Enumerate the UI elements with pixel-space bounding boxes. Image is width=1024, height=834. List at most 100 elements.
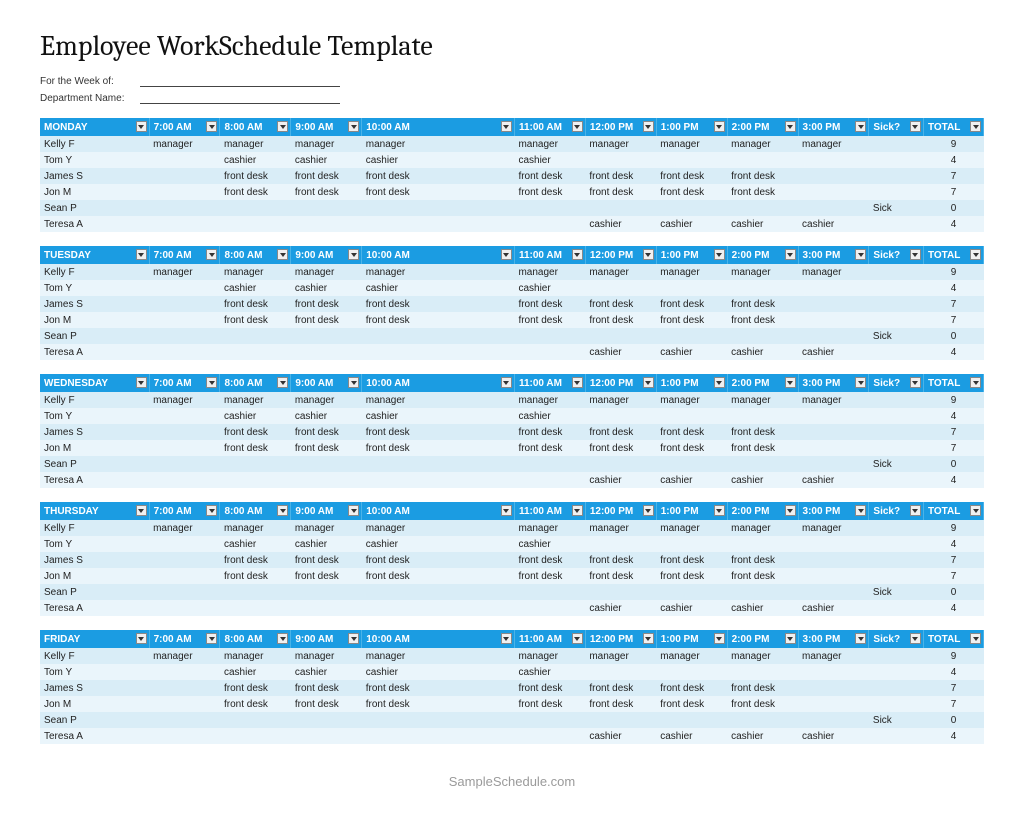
column-header[interactable]: 12:00 PM [585, 502, 656, 520]
column-header[interactable]: 7:00 AM [149, 118, 220, 136]
filter-dropdown-icon[interactable] [855, 633, 866, 644]
column-header[interactable]: Sick? [869, 374, 924, 392]
day-header[interactable]: THURSDAY [40, 502, 149, 520]
column-header[interactable]: 12:00 PM [585, 374, 656, 392]
column-header[interactable]: 2:00 PM [727, 246, 798, 264]
column-header[interactable]: 12:00 PM [585, 630, 656, 648]
column-header[interactable]: 10:00 AM [362, 246, 515, 264]
filter-dropdown-icon[interactable] [277, 121, 288, 132]
column-header[interactable]: 8:00 AM [220, 374, 291, 392]
filter-dropdown-icon[interactable] [501, 505, 512, 516]
column-header[interactable]: Sick? [869, 502, 924, 520]
filter-dropdown-icon[interactable] [136, 121, 147, 132]
filter-dropdown-icon[interactable] [714, 377, 725, 388]
column-header[interactable]: 3:00 PM [798, 630, 869, 648]
column-header[interactable]: 11:00 AM [514, 374, 585, 392]
filter-dropdown-icon[interactable] [277, 505, 288, 516]
filter-dropdown-icon[interactable] [136, 249, 147, 260]
column-header[interactable]: 11:00 AM [514, 630, 585, 648]
column-header[interactable]: 8:00 AM [220, 630, 291, 648]
filter-dropdown-icon[interactable] [910, 505, 921, 516]
column-header[interactable]: TOTAL [923, 502, 983, 520]
filter-dropdown-icon[interactable] [785, 633, 796, 644]
column-header[interactable]: TOTAL [923, 374, 983, 392]
day-header[interactable]: TUESDAY [40, 246, 149, 264]
column-header[interactable]: TOTAL [923, 630, 983, 648]
day-header[interactable]: FRIDAY [40, 630, 149, 648]
day-header[interactable]: MONDAY [40, 118, 149, 136]
column-header[interactable]: 7:00 AM [149, 374, 220, 392]
filter-dropdown-icon[interactable] [910, 633, 921, 644]
column-header[interactable]: 11:00 AM [514, 502, 585, 520]
filter-dropdown-icon[interactable] [855, 249, 866, 260]
filter-dropdown-icon[interactable] [855, 377, 866, 388]
filter-dropdown-icon[interactable] [572, 633, 583, 644]
filter-dropdown-icon[interactable] [348, 121, 359, 132]
filter-dropdown-icon[interactable] [572, 121, 583, 132]
column-header[interactable]: 9:00 AM [291, 630, 362, 648]
column-header[interactable]: 2:00 PM [727, 630, 798, 648]
filter-dropdown-icon[interactable] [643, 633, 654, 644]
column-header[interactable]: 10:00 AM [362, 502, 515, 520]
filter-dropdown-icon[interactable] [970, 633, 981, 644]
filter-dropdown-icon[interactable] [136, 633, 147, 644]
filter-dropdown-icon[interactable] [970, 505, 981, 516]
filter-dropdown-icon[interactable] [277, 249, 288, 260]
filter-dropdown-icon[interactable] [643, 377, 654, 388]
filter-dropdown-icon[interactable] [501, 121, 512, 132]
filter-dropdown-icon[interactable] [910, 249, 921, 260]
filter-dropdown-icon[interactable] [348, 633, 359, 644]
filter-dropdown-icon[interactable] [348, 377, 359, 388]
column-header[interactable]: 8:00 AM [220, 502, 291, 520]
filter-dropdown-icon[interactable] [572, 249, 583, 260]
filter-dropdown-icon[interactable] [785, 505, 796, 516]
filter-dropdown-icon[interactable] [277, 377, 288, 388]
filter-dropdown-icon[interactable] [501, 377, 512, 388]
day-header[interactable]: WEDNESDAY [40, 374, 149, 392]
filter-dropdown-icon[interactable] [714, 249, 725, 260]
filter-dropdown-icon[interactable] [643, 505, 654, 516]
filter-dropdown-icon[interactable] [855, 505, 866, 516]
column-header[interactable]: 7:00 AM [149, 246, 220, 264]
filter-dropdown-icon[interactable] [910, 121, 921, 132]
column-header[interactable]: 9:00 AM [291, 118, 362, 136]
column-header[interactable]: 12:00 PM [585, 118, 656, 136]
filter-dropdown-icon[interactable] [855, 121, 866, 132]
filter-dropdown-icon[interactable] [206, 505, 217, 516]
column-header[interactable]: 7:00 AM [149, 630, 220, 648]
column-header[interactable]: TOTAL [923, 246, 983, 264]
filter-dropdown-icon[interactable] [970, 249, 981, 260]
filter-dropdown-icon[interactable] [348, 249, 359, 260]
column-header[interactable]: 10:00 AM [362, 374, 515, 392]
column-header[interactable]: 3:00 PM [798, 502, 869, 520]
column-header[interactable]: 10:00 AM [362, 630, 515, 648]
filter-dropdown-icon[interactable] [785, 249, 796, 260]
column-header[interactable]: TOTAL [923, 118, 983, 136]
column-header[interactable]: 12:00 PM [585, 246, 656, 264]
filter-dropdown-icon[interactable] [136, 505, 147, 516]
column-header[interactable]: 3:00 PM [798, 246, 869, 264]
filter-dropdown-icon[interactable] [206, 377, 217, 388]
filter-dropdown-icon[interactable] [572, 505, 583, 516]
filter-dropdown-icon[interactable] [348, 505, 359, 516]
column-header[interactable]: 8:00 AM [220, 118, 291, 136]
filter-dropdown-icon[interactable] [785, 377, 796, 388]
column-header[interactable]: 9:00 AM [291, 246, 362, 264]
column-header[interactable]: 2:00 PM [727, 374, 798, 392]
column-header[interactable]: 3:00 PM [798, 374, 869, 392]
filter-dropdown-icon[interactable] [277, 633, 288, 644]
column-header[interactable]: 10:00 AM [362, 118, 515, 136]
filter-dropdown-icon[interactable] [572, 377, 583, 388]
column-header[interactable]: 9:00 AM [291, 374, 362, 392]
filter-dropdown-icon[interactable] [643, 249, 654, 260]
filter-dropdown-icon[interactable] [501, 249, 512, 260]
column-header[interactable]: 11:00 AM [514, 246, 585, 264]
filter-dropdown-icon[interactable] [970, 377, 981, 388]
filter-dropdown-icon[interactable] [206, 249, 217, 260]
column-header[interactable]: 1:00 PM [656, 630, 727, 648]
column-header[interactable]: 1:00 PM [656, 374, 727, 392]
filter-dropdown-icon[interactable] [714, 121, 725, 132]
column-header[interactable]: 1:00 PM [656, 118, 727, 136]
column-header[interactable]: 11:00 AM [514, 118, 585, 136]
column-header[interactable]: 7:00 AM [149, 502, 220, 520]
